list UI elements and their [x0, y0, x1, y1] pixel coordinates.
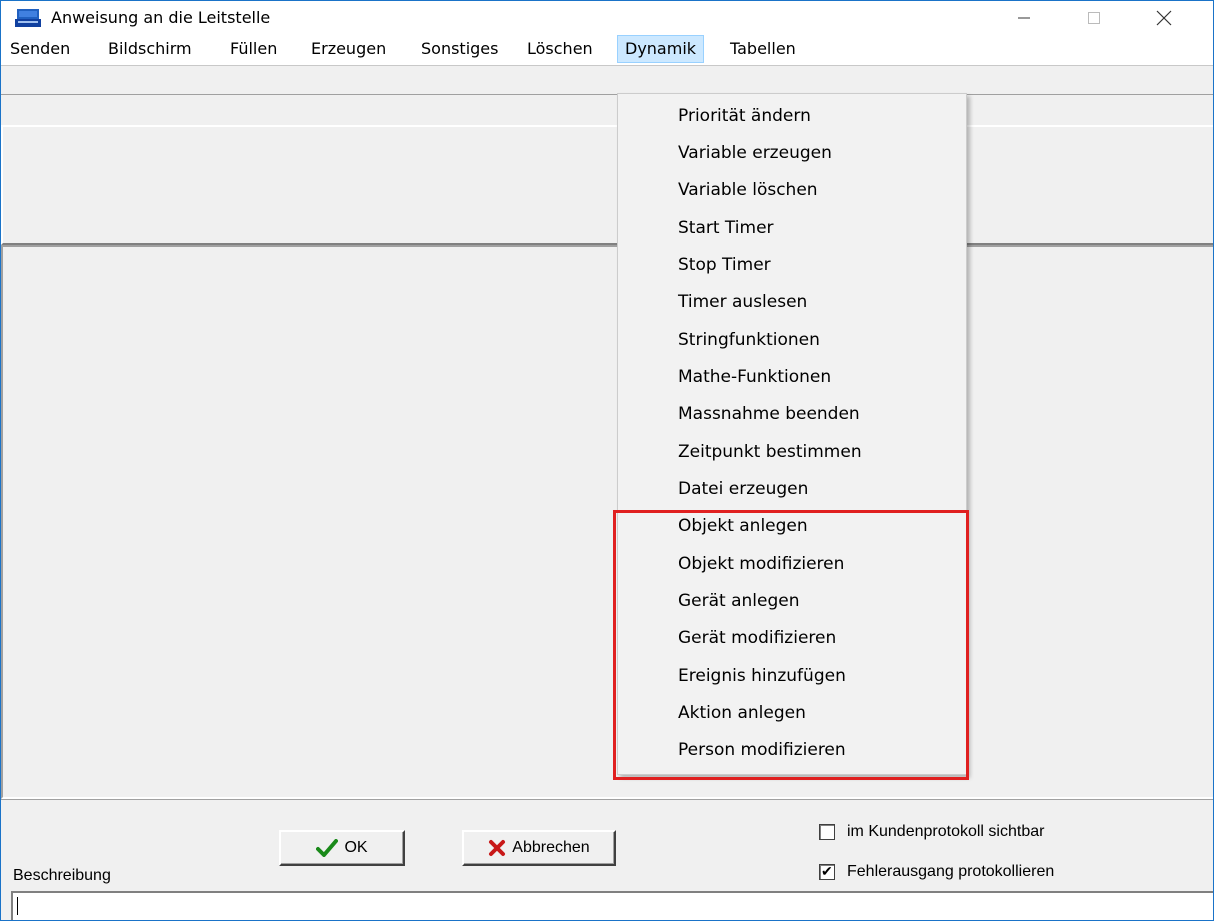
ok-label: OK	[344, 839, 368, 856]
customer-log-label: im Kundenprotokoll sichtbar	[847, 823, 1045, 840]
main-panel	[1, 245, 1213, 799]
error-exit-label: Fehlerausgang protokollieren	[847, 863, 1055, 880]
dropdown-item-label: Datei erzeugen	[678, 479, 809, 499]
dropdown-item-label: Aktion anlegen	[678, 703, 806, 723]
dropdown-item-prioritaet-aendern[interactable]: Priorität ändern	[618, 98, 966, 134]
checkmark-icon	[316, 839, 339, 857]
menu-senden[interactable]: Senden	[3, 35, 77, 63]
ok-button[interactable]: OK	[279, 830, 405, 866]
dropdown-item-label: Variable löschen	[678, 180, 818, 200]
menu-tabellen[interactable]: Tabellen	[723, 35, 803, 63]
customer-log-checkbox[interactable]	[819, 824, 835, 840]
dropdown-item-label: Gerät modifizieren	[678, 628, 837, 648]
dropdown-item-mathe-funktionen[interactable]: Mathe-Funktionen	[618, 359, 966, 395]
maximize-icon	[1088, 12, 1100, 24]
dropdown-item-label: Objekt anlegen	[678, 516, 808, 536]
maximize-button[interactable]	[1071, 1, 1117, 35]
dropdown-item-label: Mathe-Funktionen	[678, 367, 832, 387]
close-icon	[1156, 10, 1172, 26]
dropdown-item-label: Stringfunktionen	[678, 330, 820, 350]
checkmark-icon: ✔	[821, 863, 833, 879]
dropdown-item-variable-loeschen[interactable]: Variable löschen	[618, 172, 966, 208]
dropdown-item-person-modifizieren[interactable]: Person modifizieren	[618, 732, 966, 768]
x-mark-icon	[489, 840, 506, 856]
divider	[1, 799, 1213, 800]
dropdown-item-label: Stop Timer	[678, 255, 771, 275]
upper-panel	[1, 125, 1213, 245]
dropdown-item-variable-erzeugen[interactable]: Variable erzeugen	[618, 135, 966, 171]
dropdown-item-objekt-anlegen[interactable]: Objekt anlegen	[618, 508, 966, 544]
customer-log-option[interactable]: im Kundenprotokoll sichtbar	[819, 821, 1044, 843]
menu-fuellen[interactable]: Füllen	[223, 35, 284, 63]
window-title: Anweisung an die Leitstelle	[51, 8, 271, 27]
toolbar-strip	[1, 65, 1213, 95]
menu-loeschen[interactable]: Löschen	[520, 35, 600, 63]
dropdown-item-stringfunktionen[interactable]: Stringfunktionen	[618, 322, 966, 358]
dropdown-item-massnahme-beenden[interactable]: Massnahme beenden	[618, 396, 966, 432]
dropdown-item-timer-auslesen[interactable]: Timer auslesen	[618, 284, 966, 320]
dropdown-item-objekt-modifizieren[interactable]: Objekt modifizieren	[618, 546, 966, 582]
dropdown-item-label: Ereignis hinzufügen	[678, 666, 846, 686]
app-icon	[15, 9, 41, 27]
error-exit-checkbox[interactable]: ✔	[819, 863, 835, 880]
dropdown-item-label: Zeitpunkt bestimmen	[678, 442, 862, 462]
dropdown-item-datei-erzeugen[interactable]: Datei erzeugen	[618, 471, 966, 507]
title-bar[interactable]: Anweisung an die Leitstelle	[1, 1, 1213, 35]
dropdown-item-label: Start Timer	[678, 218, 774, 238]
dropdown-item-label: Priorität ändern	[678, 106, 811, 126]
dropdown-item-label: Gerät anlegen	[678, 591, 800, 611]
dropdown-item-ereignis-hinzufuegen[interactable]: Ereignis hinzufügen	[618, 658, 966, 694]
cancel-button[interactable]: Abbrechen	[462, 830, 616, 866]
dropdown-item-label: Timer auslesen	[678, 292, 808, 312]
dropdown-item-label: Variable erzeugen	[678, 143, 832, 163]
dropdown-item-label: Massnahme beenden	[678, 404, 860, 424]
close-button[interactable]	[1141, 1, 1187, 35]
menu-dynamik[interactable]: Dynamik	[617, 35, 705, 63]
dropdown-item-label: Person modifizieren	[678, 740, 846, 760]
menu-sonstiges[interactable]: Sonstiges	[414, 35, 505, 63]
dropdown-item-aktion-anlegen[interactable]: Aktion anlegen	[618, 695, 966, 731]
dropdown-item-stop-timer[interactable]: Stop Timer	[618, 247, 966, 283]
menu-bar: Senden Bildschirm Füllen Erzeugen Sonsti…	[1, 35, 1213, 65]
dynamik-dropdown-menu: Priorität ändern Variable erzeugen Varia…	[617, 93, 967, 775]
menu-bildschirm[interactable]: Bildschirm	[101, 35, 199, 63]
dropdown-item-geraet-modifizieren[interactable]: Gerät modifizieren	[618, 620, 966, 656]
description-label: Beschreibung	[13, 867, 111, 884]
description-input[interactable]	[11, 891, 1213, 920]
dialog-window: Anweisung an die Leitstelle Senden Bilds…	[0, 0, 1214, 921]
dropdown-item-geraet-anlegen[interactable]: Gerät anlegen	[618, 583, 966, 619]
dropdown-item-zeitpunkt-bestimmen[interactable]: Zeitpunkt bestimmen	[618, 434, 966, 470]
menu-erzeugen[interactable]: Erzeugen	[304, 35, 393, 63]
cancel-label: Abbrechen	[512, 839, 590, 856]
minimize-icon	[1018, 17, 1030, 19]
text-caret	[17, 897, 18, 915]
error-exit-option[interactable]: ✔ Fehlerausgang protokollieren	[819, 861, 1054, 883]
dropdown-item-label: Objekt modifizieren	[678, 554, 845, 574]
dropdown-item-start-timer[interactable]: Start Timer	[618, 210, 966, 246]
minimize-button[interactable]	[1001, 1, 1047, 35]
